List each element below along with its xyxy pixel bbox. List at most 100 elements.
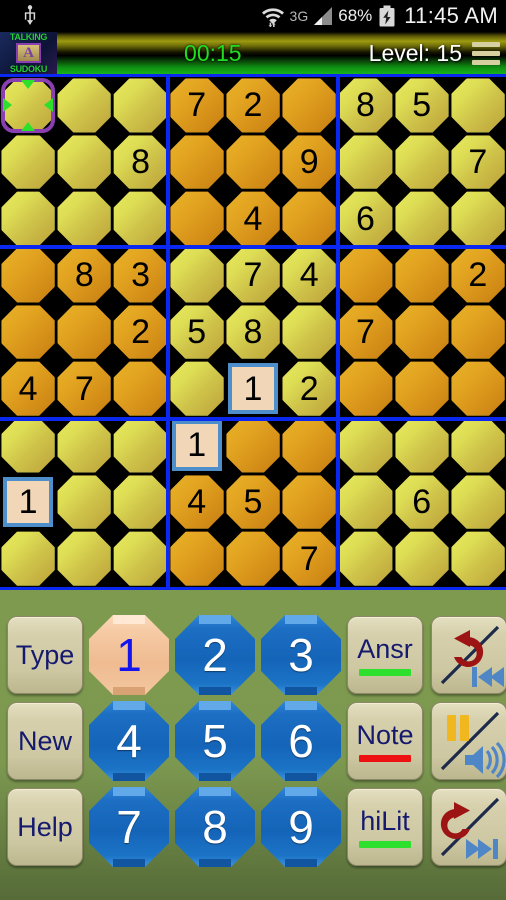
sudoku-cell-r6-c7[interactable] [394, 417, 450, 474]
function-button-help[interactable]: Help [7, 788, 83, 866]
sudoku-cell-r2-c5[interactable] [281, 190, 337, 247]
sudoku-cell-r4-c3[interactable]: 5 [169, 304, 225, 361]
sudoku-cell-r2-c7[interactable] [394, 190, 450, 247]
sudoku-cell-r1-c8[interactable]: 7 [450, 134, 506, 191]
sudoku-cell-r1-c3[interactable] [169, 134, 225, 191]
sudoku-cell-r4-c0[interactable] [0, 304, 56, 361]
sudoku-cell-r7-c5[interactable] [281, 474, 337, 531]
number-button-8[interactable]: 8 [175, 787, 255, 867]
sudoku-cell-r8-c4[interactable] [225, 530, 281, 587]
sudoku-cell-r6-c6[interactable] [337, 417, 393, 474]
number-button-4[interactable]: 4 [89, 701, 169, 781]
sudoku-cell-r4-c7[interactable] [394, 304, 450, 361]
sudoku-cell-r0-c0[interactable] [0, 77, 56, 134]
number-button-5[interactable]: 5 [175, 701, 255, 781]
sudoku-cell-r6-c8[interactable] [450, 417, 506, 474]
function-button-type[interactable]: Type [7, 616, 83, 694]
sudoku-cell-r4-c8[interactable] [450, 304, 506, 361]
sudoku-cell-r0-c3[interactable]: 7 [169, 77, 225, 134]
sudoku-cell-r0-c2[interactable] [112, 77, 168, 134]
sudoku-cell-r2-c6[interactable]: 6 [337, 190, 393, 247]
number-button-6[interactable]: 6 [261, 701, 341, 781]
sudoku-cell-r5-c6[interactable] [337, 360, 393, 417]
sudoku-cell-r7-c0[interactable]: 1 [0, 474, 56, 531]
sudoku-cell-r3-c5[interactable]: 4 [281, 247, 337, 304]
sudoku-cell-r3-c7[interactable] [394, 247, 450, 304]
sudoku-cell-r1-c0[interactable] [0, 134, 56, 191]
sudoku-cell-r8-c0[interactable] [0, 530, 56, 587]
sudoku-cell-r3-c4[interactable]: 7 [225, 247, 281, 304]
sudoku-cell-r3-c8[interactable]: 2 [450, 247, 506, 304]
sudoku-cell-r5-c3[interactable] [169, 360, 225, 417]
sudoku-cell-r4-c5[interactable] [281, 304, 337, 361]
number-button-7[interactable]: 7 [89, 787, 169, 867]
sudoku-cell-r5-c5[interactable]: 2 [281, 360, 337, 417]
sudoku-cell-r2-c0[interactable] [0, 190, 56, 247]
sudoku-cell-r7-c6[interactable] [337, 474, 393, 531]
sudoku-cell-r8-c6[interactable] [337, 530, 393, 587]
sudoku-cell-r1-c7[interactable] [394, 134, 450, 191]
sudoku-cell-r1-c4[interactable] [225, 134, 281, 191]
sudoku-cell-r2-c1[interactable] [56, 190, 112, 247]
sudoku-cell-r7-c7[interactable]: 6 [394, 474, 450, 531]
sudoku-cell-r0-c6[interactable]: 8 [337, 77, 393, 134]
sudoku-cell-r6-c2[interactable] [112, 417, 168, 474]
sudoku-cell-r7-c3[interactable]: 4 [169, 474, 225, 531]
sudoku-cell-r6-c5[interactable] [281, 417, 337, 474]
sudoku-cell-r4-c1[interactable] [56, 304, 112, 361]
sudoku-cell-r1-c5[interactable]: 9 [281, 134, 337, 191]
sudoku-cell-r6-c4[interactable] [225, 417, 281, 474]
sudoku-cell-r6-c0[interactable] [0, 417, 56, 474]
undo-skip-back-icon[interactable] [431, 616, 506, 694]
redo-skip-forward-icon[interactable] [431, 788, 506, 866]
sudoku-cell-r5-c7[interactable] [394, 360, 450, 417]
sudoku-cell-r7-c8[interactable] [450, 474, 506, 531]
sudoku-cell-r3-c2[interactable]: 3 [112, 247, 168, 304]
app-logo[interactable]: TALKING A SUDOKU [0, 32, 57, 74]
sudoku-cell-r4-c4[interactable]: 8 [225, 304, 281, 361]
sudoku-cell-r4-c6[interactable]: 7 [337, 304, 393, 361]
number-button-1[interactable]: 1 [89, 615, 169, 695]
number-button-3[interactable]: 3 [261, 615, 341, 695]
sudoku-cell-r6-c1[interactable] [56, 417, 112, 474]
sudoku-cell-r5-c4[interactable]: 1 [225, 360, 281, 417]
sudoku-cell-r2-c2[interactable] [112, 190, 168, 247]
sudoku-cell-r8-c5[interactable]: 7 [281, 530, 337, 587]
sudoku-cell-r0-c8[interactable] [450, 77, 506, 134]
pause-mute-icon[interactable] [431, 702, 506, 780]
sudoku-cell-r7-c4[interactable]: 5 [225, 474, 281, 531]
sudoku-cell-r8-c7[interactable] [394, 530, 450, 587]
sudoku-cell-r8-c1[interactable] [56, 530, 112, 587]
sudoku-cell-r5-c8[interactable] [450, 360, 506, 417]
sudoku-cell-r7-c2[interactable] [112, 474, 168, 531]
function-button-note[interactable]: Note [347, 702, 423, 780]
number-button-2[interactable]: 2 [175, 615, 255, 695]
sudoku-cell-r0-c1[interactable] [56, 77, 112, 134]
sudoku-cell-r1-c1[interactable] [56, 134, 112, 191]
sudoku-cell-r8-c2[interactable] [112, 530, 168, 587]
sudoku-cell-r5-c2[interactable] [112, 360, 168, 417]
sudoku-board[interactable]: 8729485768324774581227114576 [0, 74, 506, 590]
sudoku-cell-r4-c2[interactable]: 2 [112, 304, 168, 361]
sudoku-cell-r5-c1[interactable]: 7 [56, 360, 112, 417]
sudoku-cell-r3-c0[interactable] [0, 247, 56, 304]
sudoku-cell-r3-c1[interactable]: 8 [56, 247, 112, 304]
number-button-9[interactable]: 9 [261, 787, 341, 867]
sudoku-cell-r3-c3[interactable] [169, 247, 225, 304]
sudoku-cell-r7-c1[interactable] [56, 474, 112, 531]
function-button-new[interactable]: New [7, 702, 83, 780]
sudoku-cell-r1-c2[interactable]: 8 [112, 134, 168, 191]
sudoku-cell-r0-c5[interactable] [281, 77, 337, 134]
sudoku-cell-r2-c3[interactable] [169, 190, 225, 247]
sudoku-cell-r1-c6[interactable] [337, 134, 393, 191]
sudoku-cell-r8-c3[interactable] [169, 530, 225, 587]
sudoku-cell-r3-c6[interactable] [337, 247, 393, 304]
hamburger-menu-icon[interactable] [472, 32, 506, 74]
function-button-hilit[interactable]: hiLit [347, 788, 423, 866]
sudoku-cell-r2-c8[interactable] [450, 190, 506, 247]
sudoku-cell-r2-c4[interactable]: 4 [225, 190, 281, 247]
sudoku-cell-r0-c4[interactable]: 2 [225, 77, 281, 134]
sudoku-cell-r8-c8[interactable] [450, 530, 506, 587]
sudoku-cell-r0-c7[interactable]: 5 [394, 77, 450, 134]
sudoku-cell-r5-c0[interactable]: 4 [0, 360, 56, 417]
